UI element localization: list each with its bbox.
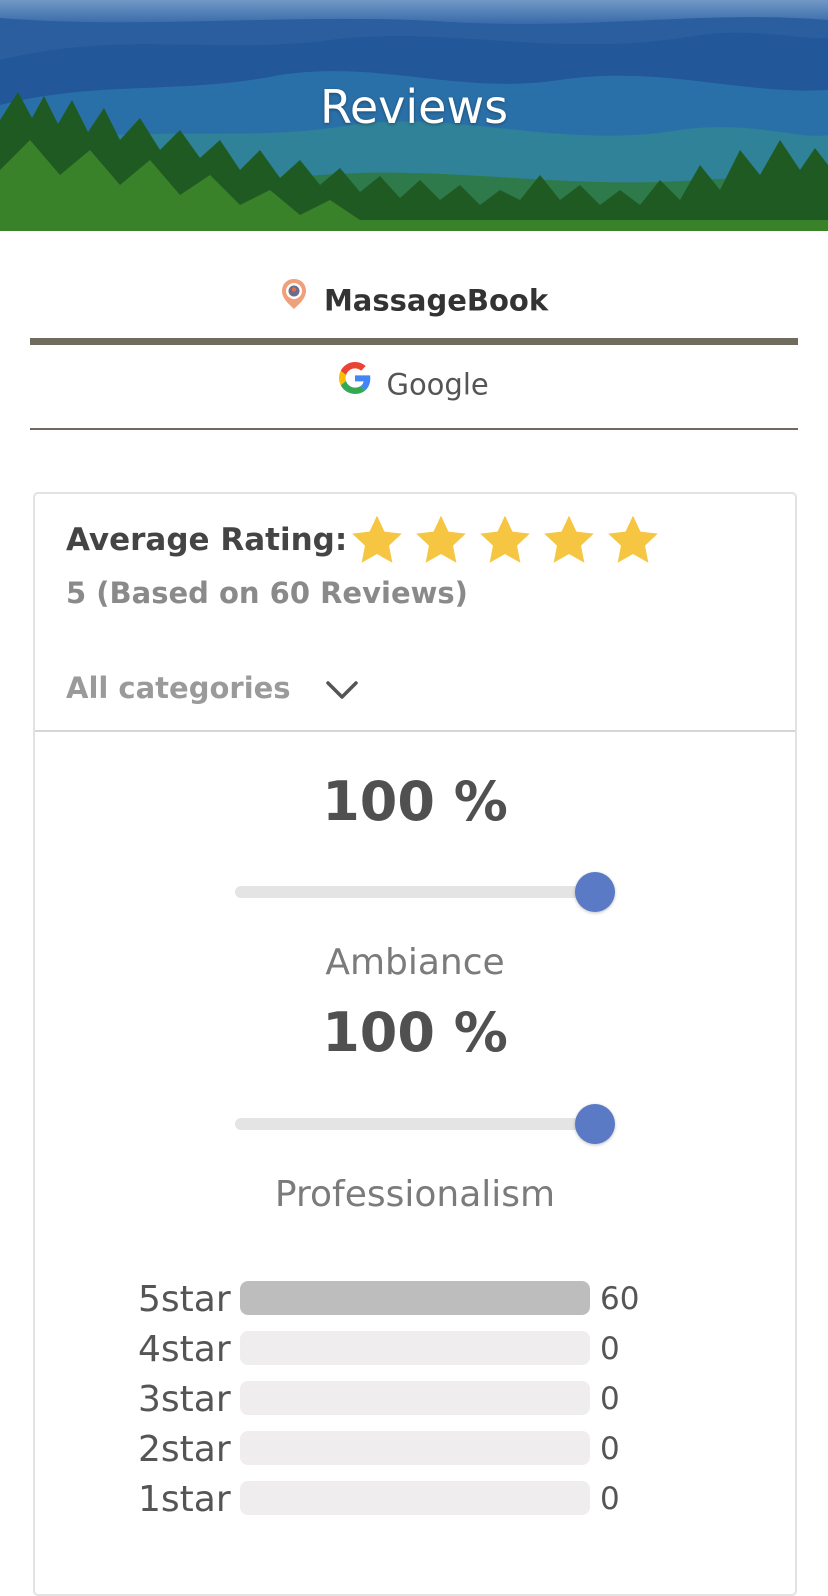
professionalism-label: Professionalism <box>274 1174 556 1215</box>
page-title: Reviews <box>319 80 509 134</box>
category-dropdown[interactable]: All categories <box>66 666 359 710</box>
rating-bar <box>240 1481 590 1515</box>
star-icon <box>352 515 402 563</box>
rating-bar <box>240 1281 590 1315</box>
tab-label: Google <box>386 367 489 402</box>
rating-row-count: 0 <box>600 1331 620 1367</box>
rating-bar-fill <box>240 1281 590 1315</box>
rating-summary-card: Average Rating: 5 (Based on 60 Reviews) … <box>33 492 797 1596</box>
chevron-down-icon <box>325 679 359 705</box>
star-icon <box>480 515 530 563</box>
rating-row-count: 0 <box>600 1381 620 1417</box>
rating-row-label: 3star <box>138 1379 231 1420</box>
review-count-text: 5 (Based on 60 Reviews) <box>66 576 468 610</box>
category-dropdown-value: All categories <box>66 671 291 705</box>
professionalism-slider[interactable] <box>235 1104 615 1144</box>
professionalism-percent: 100 % <box>322 1001 508 1064</box>
rating-row-label: 1star <box>138 1479 231 1520</box>
rating-bar <box>240 1381 590 1415</box>
rating-bar <box>240 1431 590 1465</box>
rating-row-label: 5star <box>138 1279 231 1320</box>
tab-massagebook[interactable]: MassageBook <box>30 277 798 345</box>
rating-row-count: 0 <box>600 1431 620 1467</box>
star-icon <box>544 515 594 563</box>
slider-thumb[interactable] <box>575 872 615 912</box>
tab-google[interactable]: Google <box>30 362 798 430</box>
rating-row-count: 60 <box>600 1281 640 1317</box>
ambiance-slider[interactable] <box>235 872 615 912</box>
massagebook-logo-icon <box>280 277 308 318</box>
rating-row-count: 0 <box>600 1481 620 1517</box>
average-rating-label: Average Rating: <box>66 522 348 558</box>
star-rating <box>348 512 662 570</box>
google-logo-icon <box>339 362 371 401</box>
card-divider <box>35 730 795 732</box>
rating-row-label: 2star <box>138 1429 231 1470</box>
star-icon <box>416 515 466 563</box>
hero-banner: Reviews <box>0 0 828 231</box>
star-icon <box>608 515 658 563</box>
ambiance-label: Ambiance <box>325 942 505 983</box>
tab-label: MassageBook <box>323 283 549 318</box>
rating-bar <box>240 1331 590 1365</box>
ambiance-percent: 100 % <box>322 770 508 833</box>
slider-thumb[interactable] <box>575 1104 615 1144</box>
rating-row-label: 4star <box>138 1329 231 1370</box>
